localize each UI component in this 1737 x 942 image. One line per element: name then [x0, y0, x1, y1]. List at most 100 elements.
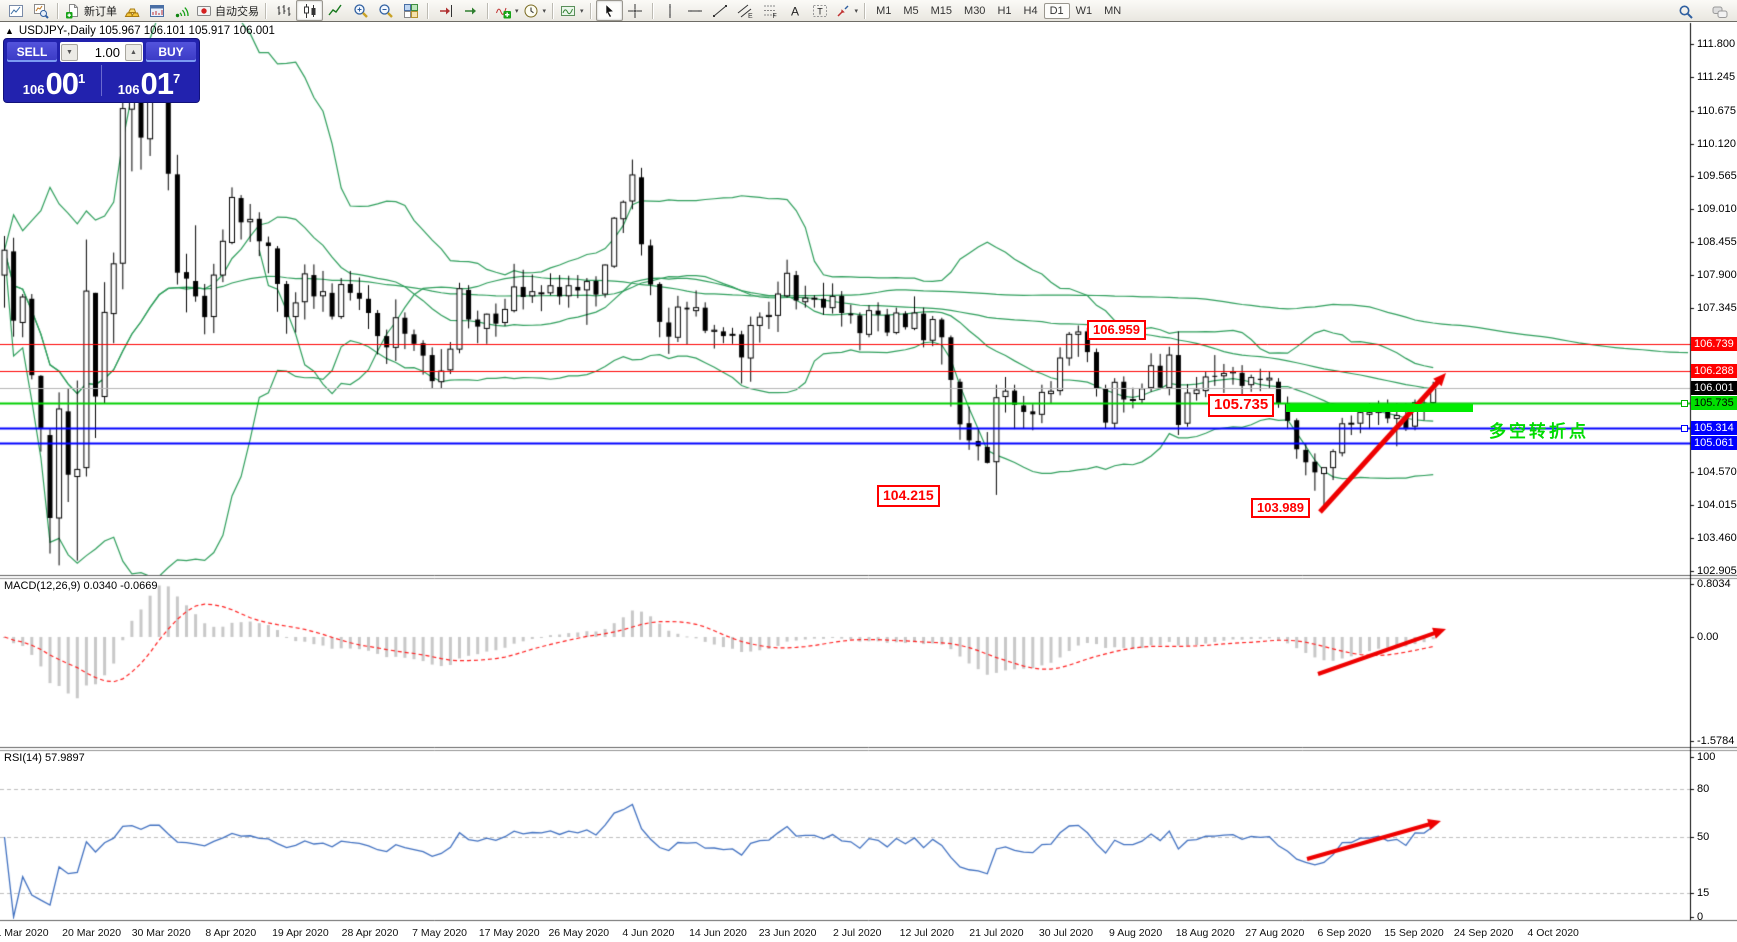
- volume-down-button[interactable]: ▼: [61, 44, 78, 61]
- price-axis-badge: 106.001: [1691, 381, 1737, 395]
- date-axis-label: 4 Oct 2020: [1528, 927, 1579, 939]
- date-axis-label: 7 May 2020: [412, 927, 467, 939]
- cursor-button[interactable]: [596, 0, 623, 21]
- volume-input[interactable]: [78, 44, 125, 61]
- date-axis-label: 24 Sep 2020: [1454, 927, 1514, 939]
- tf-M30-button[interactable]: M30: [958, 3, 991, 19]
- bars-chart-button[interactable]: [271, 1, 296, 20]
- date-axis-label: 4 Jun 2020: [622, 927, 674, 939]
- tf-H1-button[interactable]: H1: [991, 3, 1017, 19]
- chat-button[interactable]: [1707, 2, 1732, 21]
- price-axis-tick: 103.460: [1697, 532, 1737, 544]
- crosshair-button[interactable]: [623, 1, 648, 20]
- buy-price-big: 01: [140, 68, 172, 99]
- zoom-in-button[interactable]: [348, 1, 373, 20]
- search-button[interactable]: [1673, 2, 1698, 21]
- text-button[interactable]: A: [783, 1, 808, 20]
- hline-button[interactable]: [683, 1, 708, 20]
- price-axis-tick: 107.900: [1697, 269, 1737, 281]
- profile-magnifier-icon: [33, 3, 49, 19]
- price-label-annotation[interactable]: 104.215: [877, 485, 940, 507]
- one-click-trading-panel: SELL ▼ ▲ BUY 106 00 1 106 01 7: [3, 38, 200, 103]
- clock-icon: [523, 3, 539, 19]
- rsi-axis-tick: 50: [1697, 831, 1709, 843]
- buy-price[interactable]: 106 01 7: [102, 68, 196, 99]
- candles-chart-button[interactable]: [296, 0, 323, 21]
- line-selection-handle[interactable]: [1681, 400, 1688, 407]
- profiles-icon: [560, 3, 576, 19]
- new-order-button[interactable]: 新订单: [63, 1, 119, 20]
- fibonacci-button[interactable]: F: [758, 1, 783, 20]
- chevron-down-icon: ▾: [580, 7, 584, 15]
- toolbar: 新订单自动交易▾▾▾EFAT▾M1M5M15M30H1H4D1W1MN: [0, 0, 1737, 22]
- buy-price-prefix: 106: [118, 83, 140, 96]
- chart-file-button[interactable]: [3, 1, 28, 20]
- date-axis-label: 19 Apr 2020: [272, 927, 329, 939]
- shift-chart-button[interactable]: [433, 1, 458, 20]
- line-chart-icon: [328, 3, 344, 19]
- rsi-axis-tick: 80: [1697, 783, 1709, 795]
- indicators-button[interactable]: ▾: [493, 1, 521, 20]
- market-watch-button[interactable]: [144, 1, 169, 20]
- date-axis-label: 9 Aug 2020: [1109, 927, 1162, 939]
- sell-button[interactable]: SELL: [7, 42, 57, 62]
- hline-icon: [687, 3, 703, 19]
- tf-M15-button[interactable]: M15: [925, 3, 958, 19]
- svg-text:F: F: [773, 13, 777, 19]
- toolbar-separator: [57, 3, 59, 19]
- gold-bar-button[interactable]: [119, 1, 144, 20]
- zoom-out-button[interactable]: [373, 1, 398, 20]
- volume-up-button[interactable]: ▲: [125, 44, 142, 61]
- date-axis-label: 21 Jul 2020: [969, 927, 1023, 939]
- zoom-out-icon: [378, 3, 394, 19]
- sell-price[interactable]: 106 00 1: [7, 68, 101, 99]
- signal-icon: [174, 3, 190, 19]
- autoscroll-button[interactable]: [458, 1, 483, 20]
- price-label-annotation[interactable]: 105.735: [1208, 394, 1274, 417]
- price-axis-tick: 104.570: [1697, 466, 1737, 478]
- date-axis-label: 6 Sep 2020: [1318, 927, 1372, 939]
- macd-axis-tick: 0.00: [1697, 631, 1718, 643]
- svg-text:A: A: [791, 4, 799, 18]
- chart-canvas[interactable]: [0, 0, 1737, 942]
- zone-text-annotation[interactable]: 多空转折点: [1489, 417, 1589, 442]
- autotrade-icon: [196, 3, 212, 19]
- tf-M5-button[interactable]: M5: [897, 3, 924, 19]
- date-axis-label: 17 May 2020: [479, 927, 540, 939]
- channel-icon: E: [737, 3, 753, 19]
- line-selection-handle[interactable]: [1681, 425, 1688, 432]
- clock-button[interactable]: ▾: [521, 1, 549, 20]
- buy-button[interactable]: BUY: [146, 42, 196, 62]
- new-order-label: 新订单: [84, 3, 117, 19]
- price-label-annotation[interactable]: 106.959: [1087, 320, 1146, 340]
- autotrade-button[interactable]: 自动交易: [194, 1, 261, 20]
- price-axis-tick: 110.120: [1697, 138, 1736, 150]
- channel-button[interactable]: E: [733, 1, 758, 20]
- tf-MN-button[interactable]: MN: [1098, 3, 1127, 19]
- candles-chart-icon: [302, 3, 318, 19]
- support-zone-bar[interactable]: [1286, 404, 1473, 412]
- price-label-annotation[interactable]: 103.989: [1251, 498, 1310, 518]
- tf-D1-button[interactable]: D1: [1044, 3, 1070, 19]
- arrows-tool-button[interactable]: ▾: [833, 1, 861, 20]
- profiles-button[interactable]: ▾: [558, 1, 586, 20]
- profile-magnifier-button[interactable]: [28, 1, 53, 20]
- tf-W1-button[interactable]: W1: [1070, 3, 1099, 19]
- toolbar-separator: [265, 3, 267, 19]
- tf-H4-button[interactable]: H4: [1018, 3, 1044, 19]
- signal-button[interactable]: [169, 1, 194, 20]
- date-axis-label: 8 Apr 2020: [205, 927, 256, 939]
- autotrade-label: 自动交易: [215, 3, 259, 19]
- vline-button[interactable]: [658, 1, 683, 20]
- trendline-button[interactable]: [708, 1, 733, 20]
- macd-axis-tick: 0.8034: [1697, 578, 1731, 590]
- new-order-icon: [65, 3, 81, 19]
- text-label-button[interactable]: T: [808, 1, 833, 20]
- chevron-down-icon: ▾: [855, 7, 859, 15]
- line-chart-button[interactable]: [323, 1, 348, 20]
- price-axis-badge: 106.739: [1691, 337, 1737, 351]
- tile-windows-button[interactable]: [398, 1, 423, 20]
- tf-M1-button[interactable]: M1: [870, 3, 897, 19]
- zoom-in-icon: [353, 3, 369, 19]
- volume-stepper: ▼ ▲: [60, 42, 143, 62]
